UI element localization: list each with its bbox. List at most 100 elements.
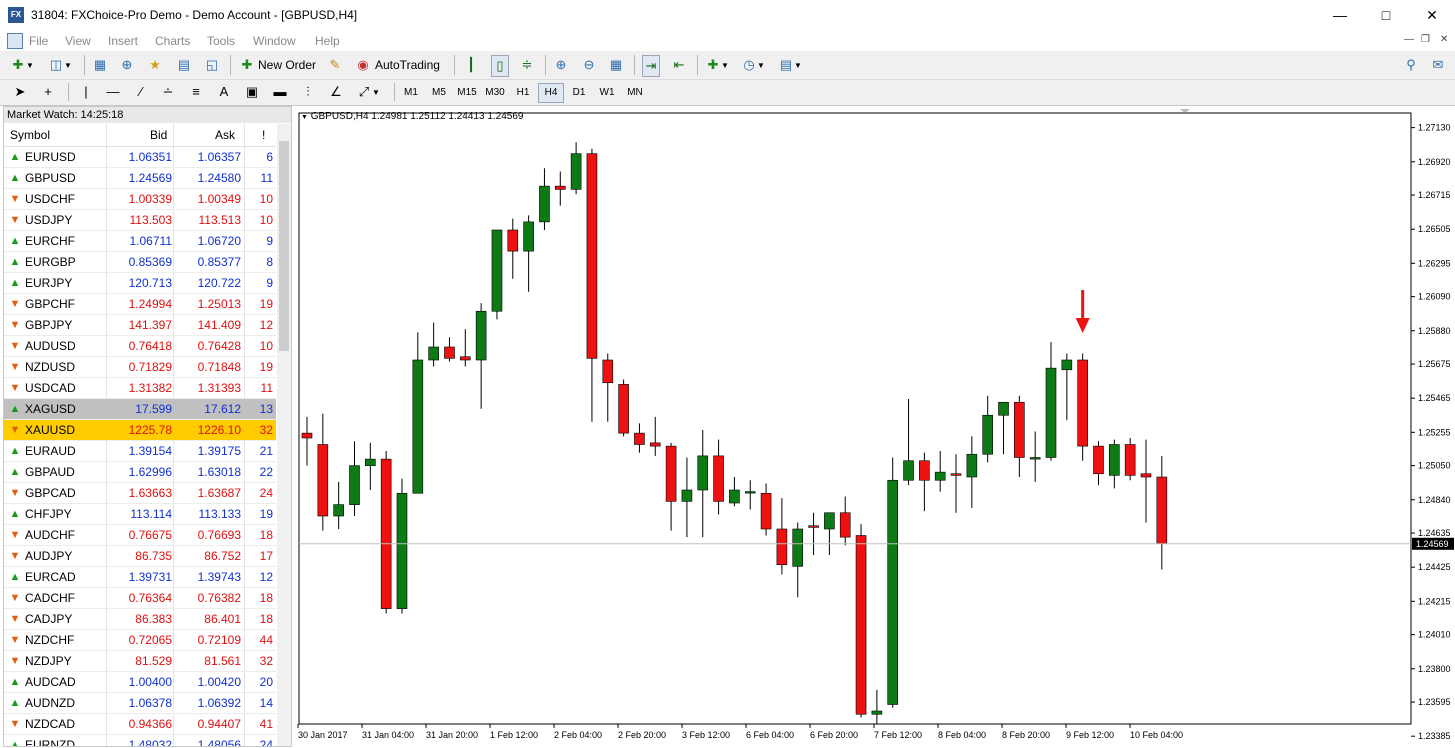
market-watch-row[interactable]: ▼ AUDCHF 0.76675 0.76693 18: [4, 525, 276, 546]
market-watch-row[interactable]: ▲ AUDCAD 1.00400 1.00420 20: [4, 672, 276, 693]
market-watch-row[interactable]: ▲ EURNZD 1.48032 1.48056 24: [4, 735, 276, 746]
market-watch-row[interactable]: ▼ NZDJPY 81.529 81.561 32: [4, 651, 276, 672]
menu-window[interactable]: Window: [253, 34, 296, 48]
mdi-restore-icon[interactable]: ❐: [1421, 34, 1430, 45]
market-watch-row[interactable]: ▼ AUDJPY 86.735 86.752 17: [4, 546, 276, 567]
market-watch-row[interactable]: ▲ XAGUSD 17.599 17.612 13: [4, 399, 276, 420]
market-watch-row[interactable]: ▲ EURJPY 120.713 120.722 9: [4, 273, 276, 294]
market-watch-row[interactable]: ▲ GBPUSD 1.24569 1.24580 11: [4, 168, 276, 189]
mdi-minimize-icon[interactable]: —: [1404, 34, 1414, 45]
minimize-button[interactable]: —: [1317, 0, 1363, 31]
menu-file[interactable]: File: [29, 34, 48, 48]
timeframe-m15[interactable]: M15: [454, 84, 480, 102]
market-watch-row[interactable]: ▲ EURCHF 1.06711 1.06720 9: [4, 231, 276, 252]
timeframe-w1[interactable]: W1: [595, 84, 619, 102]
timeframe-h1[interactable]: H1: [511, 84, 535, 102]
autotrading-button[interactable]: ◉ AutoTrading: [355, 55, 440, 75]
new-order-button[interactable]: ✚ New Order: [239, 55, 316, 75]
header-ask[interactable]: Ask: [215, 128, 235, 142]
maximize-button[interactable]: □: [1363, 0, 1409, 31]
fibonacci-icon: ≡: [192, 84, 200, 99]
market-watch-row[interactable]: ▲ CHFJPY 113.114 113.133 19: [4, 504, 276, 525]
market-watch-row[interactable]: ▼ USDCAD 1.31382 1.31393 11: [4, 378, 276, 399]
metaeditor-button[interactable]: ✎: [327, 55, 343, 75]
chart-window-icon[interactable]: [7, 33, 23, 49]
chart-menu-icon[interactable]: ▼: [301, 114, 308, 121]
menu-tools[interactable]: Tools: [207, 34, 235, 48]
text-tool[interactable]: A: [216, 82, 232, 102]
menu-insert[interactable]: Insert: [108, 34, 138, 48]
market-watch-row[interactable]: ▼ NZDCHF 0.72065 0.72109 44: [4, 630, 276, 651]
channel-icon: ∸: [162, 84, 174, 99]
zoom-out-button[interactable]: ⊖: [581, 55, 597, 75]
arrows-tool[interactable]: ⤢ ▼: [356, 82, 380, 102]
new-chart-button[interactable]: ✚ ▼: [10, 55, 34, 75]
market-watch-row[interactable]: ▲ AUDNZD 1.06378 1.06392 14: [4, 693, 276, 714]
market-watch-row[interactable]: ▼ GBPJPY 141.397 141.409 12: [4, 315, 276, 336]
market-watch-row[interactable]: ▼ GBPCHF 1.24994 1.25013 19: [4, 294, 276, 315]
search-button[interactable]: ⚲: [1403, 55, 1419, 75]
terminal-button[interactable]: ▤: [176, 55, 192, 75]
trendline-tool[interactable]: ∕: [133, 82, 149, 102]
bid-cell: 1.06351: [128, 150, 172, 164]
market-watch-button[interactable]: ▦: [92, 55, 108, 75]
rectangle-label-tool[interactable]: ▬: [272, 82, 288, 102]
mdi-close-icon[interactable]: ✕: [1440, 34, 1448, 45]
market-watch-row[interactable]: ▲ EURUSD 1.06351 1.06357 6: [4, 147, 276, 168]
timeframe-m30[interactable]: M30: [482, 84, 508, 102]
header-bid[interactable]: Bid: [150, 128, 167, 142]
gann-tool[interactable]: ⫶: [300, 82, 316, 102]
profiles-button[interactable]: ◫ ▼: [48, 55, 72, 75]
chat-button[interactable]: ✉: [1430, 55, 1446, 75]
text-label-tool[interactable]: ▣: [244, 82, 260, 102]
candle-body: [950, 473, 962, 476]
templates-button[interactable]: ▤ ▼: [778, 55, 802, 75]
market-watch-row[interactable]: ▼ CADCHF 0.76364 0.76382 18: [4, 588, 276, 609]
chart-window[interactable]: 1.27130 1.26920 1.26715 1.26505 1.26295 1.260…: [297, 107, 1455, 745]
favorites-button[interactable]: ★: [147, 55, 163, 75]
bar-chart-button[interactable]: ┃: [463, 55, 479, 75]
market-watch-row[interactable]: ▲ EURGBP 0.85369 0.85377 8: [4, 252, 276, 273]
header-spread[interactable]: !: [262, 128, 265, 142]
fibo-fan-tool[interactable]: ∠: [328, 82, 344, 102]
market-watch-row[interactable]: ▼ NZDCAD 0.94366 0.94407 41: [4, 714, 276, 735]
market-watch-row[interactable]: ▼ USDCHF 1.00339 1.00349 10: [4, 189, 276, 210]
market-watch-row[interactable]: ▲ EURCAD 1.39731 1.39743 12: [4, 567, 276, 588]
market-watch-row[interactable]: ▼ NZDUSD 0.71829 0.71848 19: [4, 357, 276, 378]
market-watch-row[interactable]: ▲ EURAUD 1.39154 1.39175 21: [4, 441, 276, 462]
market-watch-row[interactable]: ▼ GBPCAD 1.63663 1.63687 24: [4, 483, 276, 504]
chart-shift-button[interactable]: ⇤: [671, 55, 687, 75]
timeframe-m1[interactable]: M1: [399, 84, 423, 102]
vertical-line-tool[interactable]: |: [78, 82, 94, 102]
crosshair-tool[interactable]: +: [40, 82, 56, 102]
timeframe-m5[interactable]: M5: [427, 84, 451, 102]
market-watch-row[interactable]: ▼ AUDUSD 0.76418 0.76428 10: [4, 336, 276, 357]
horizontal-line-tool[interactable]: —: [105, 82, 121, 102]
market-watch-row[interactable]: ▼ CADJPY 86.383 86.401 18: [4, 609, 276, 630]
zoom-in-button[interactable]: ⊕: [553, 55, 569, 75]
autoscroll-button[interactable]: ⇥: [642, 55, 660, 77]
header-symbol[interactable]: Symbol: [10, 128, 50, 142]
timeframe-mn[interactable]: MN: [622, 84, 648, 102]
timeframe-d1[interactable]: D1: [567, 84, 591, 102]
market-watch-row[interactable]: ▲ GBPAUD 1.62996 1.63018 22: [4, 462, 276, 483]
market-watch-row[interactable]: ▼ USDJPY 113.503 113.513 10: [4, 210, 276, 231]
navigator-button[interactable]: ⊕: [119, 55, 135, 75]
fibonacci-tool[interactable]: ≡: [188, 82, 204, 102]
channel-tool[interactable]: ∸: [160, 82, 176, 102]
candlestick-button[interactable]: ▯: [491, 55, 509, 77]
periods-button[interactable]: ◷ ▼: [741, 55, 765, 75]
tile-windows-button[interactable]: ▦: [608, 55, 624, 75]
menu-help[interactable]: Help: [315, 34, 340, 48]
indicators-button[interactable]: ✚ ▼: [705, 55, 729, 75]
timeframe-h4[interactable]: H4: [538, 83, 564, 103]
scrollbar-thumb[interactable]: [279, 141, 289, 351]
cursor-tool[interactable]: ➤: [12, 82, 28, 102]
line-chart-button[interactable]: ≑: [519, 55, 535, 75]
candlestick-chart[interactable]: 1.27130 1.26920 1.26715 1.26505 1.26295 1.260…: [297, 107, 1455, 745]
close-button[interactable]: ✕: [1409, 0, 1455, 31]
menu-charts[interactable]: Charts: [155, 34, 190, 48]
market-watch-row[interactable]: ▼ XAUUSD 1225.78 1226.10 32: [4, 420, 276, 441]
menu-view[interactable]: View: [65, 34, 91, 48]
strategy-tester-button[interactable]: ◱: [204, 55, 220, 75]
